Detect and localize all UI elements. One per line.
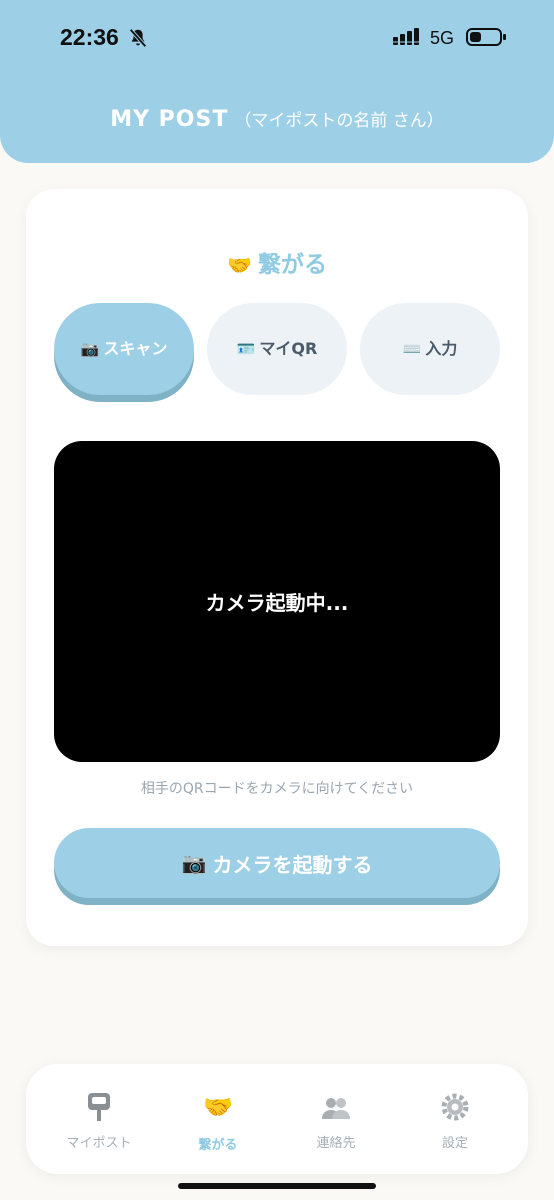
nav-label-settings: 設定 <box>441 1136 468 1151</box>
id-card-icon: 🪪 <box>236 340 256 358</box>
camera-status: カメラ起動中... <box>205 591 349 615</box>
handshake-icon: 🤝 <box>203 1093 233 1121</box>
nav-label-mypost: マイポスト <box>66 1136 132 1151</box>
status-bar: 22:36 5G <box>0 0 554 76</box>
start-camera-label: カメラを起動する <box>212 852 373 877</box>
nav-item-contacts[interactable]: 連絡先 <box>276 1090 396 1151</box>
battery-icon <box>466 28 506 46</box>
tab-scan-label: スキャン <box>103 339 168 358</box>
start-camera-button[interactable]: 📷 カメラを起動する <box>54 828 500 898</box>
section-title-label: 繋がる <box>257 252 327 278</box>
tab-scan[interactable]: 📷 スキャン <box>54 303 194 395</box>
camera-icon: 📷 <box>80 340 100 358</box>
status-time: 22:36 <box>60 24 119 50</box>
nav-label-connect: 繋がる <box>198 1138 238 1153</box>
tab-my-qr-label: マイQR <box>259 339 318 358</box>
page-title: MY POST （マイポストの名前 さん） <box>0 106 554 132</box>
keyboard-icon: ⌨️ <box>402 340 422 358</box>
tab-input[interactable]: ⌨️ 入力 <box>360 303 500 395</box>
camera-preview[interactable]: カメラ起動中... <box>54 441 500 762</box>
handshake-icon: 🤝 <box>227 253 252 277</box>
bell-slash-icon <box>129 28 147 48</box>
user-name: （マイポストの名前 さん） <box>234 111 444 131</box>
people-icon <box>322 1098 350 1119</box>
home-indicator <box>178 1183 376 1189</box>
nav-item-connect[interactable]: 🤝 繋がる <box>158 1090 278 1153</box>
nav-label-contacts: 連絡先 <box>316 1136 356 1151</box>
network-type: 5G <box>430 28 455 48</box>
tab-my-qr[interactable]: 🪪 マイQR <box>207 303 347 395</box>
signal-icon <box>393 28 419 45</box>
scan-hint: 相手のQRコードをカメラに向けてください <box>140 781 414 797</box>
section-title: 🤝 繋がる <box>0 245 554 279</box>
gear-icon <box>441 1093 469 1121</box>
mailbox-icon <box>88 1093 110 1121</box>
brand-name: MY POST <box>110 107 229 132</box>
camera-icon: 📷 <box>181 851 207 875</box>
nav-item-settings[interactable]: 設定 <box>395 1090 515 1151</box>
nav-item-mypost[interactable]: マイポスト <box>39 1090 159 1151</box>
tab-input-label: 入力 <box>425 339 458 358</box>
